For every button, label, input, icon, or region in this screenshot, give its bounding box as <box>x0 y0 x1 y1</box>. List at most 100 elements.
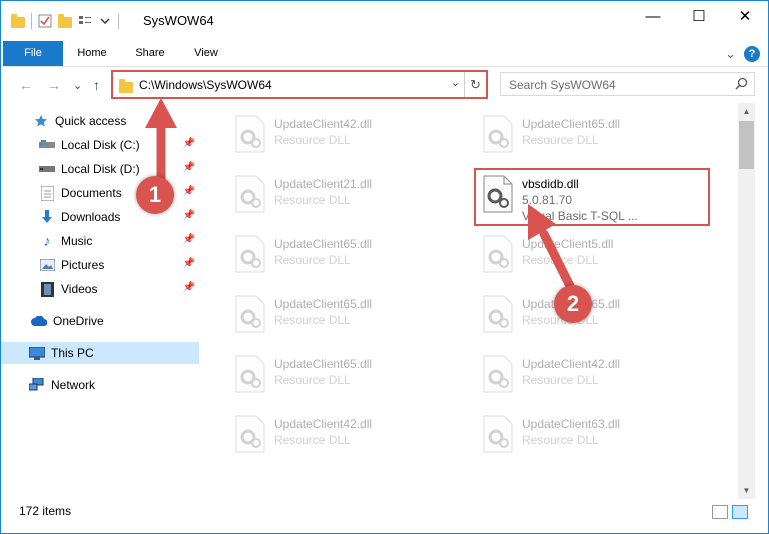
scroll-thumb[interactable] <box>739 121 754 169</box>
pin-icon[interactable]: 📌 <box>183 186 195 197</box>
file-description: Resource DLL <box>522 373 599 387</box>
pin-icon[interactable]: 📌 <box>183 138 195 149</box>
recent-locations-button[interactable]: ⌄ <box>73 79 82 92</box>
music-icon: ♪ <box>43 232 51 250</box>
address-bar[interactable]: C:\Windows\SysWOW64 ⌄ ↻ <box>111 70 488 99</box>
list-item[interactable]: UpdateClient21.dll Resource DLL <box>226 169 464 219</box>
pin-icon[interactable]: 📌 <box>183 234 195 245</box>
forward-button[interactable]: → <box>47 77 61 93</box>
tab-view[interactable]: View <box>181 41 231 66</box>
list-item[interactable]: UpdateClient65.dll Resource DLL <box>226 349 464 399</box>
search-icon[interactable] <box>735 77 748 90</box>
help-icon[interactable]: ? <box>744 46 760 62</box>
dll-file-icon <box>483 115 513 153</box>
vertical-scrollbar[interactable]: ▲ ▼ <box>738 103 755 499</box>
sidebar-item-quick-access[interactable]: Quick access <box>1 110 199 132</box>
address-path[interactable]: C:\Windows\SysWOW64 <box>139 78 272 92</box>
dll-file-icon <box>235 175 265 213</box>
sidebar-item-music[interactable]: ♪ Music 📌 <box>1 230 199 252</box>
file-name: UpdateClient21.dll <box>274 177 373 191</box>
file-description: Resource DLL <box>274 433 351 447</box>
sidebar-item-network[interactable]: Network <box>1 374 199 396</box>
ribbon-tabs: File Home Share View ⌄ ? <box>1 41 768 67</box>
list-item[interactable]: UpdateClient65.dll Resource DLL <box>474 109 712 159</box>
file-name: UpdateClient65.dll <box>522 117 621 131</box>
details-view-icon[interactable] <box>712 505 728 519</box>
dll-file-icon <box>483 295 513 333</box>
sidebar-item-label: Documents <box>61 186 122 200</box>
sidebar-item-local-disk-c[interactable]: Local Disk (C:) 📌 <box>1 134 199 156</box>
pin-icon[interactable]: 📌 <box>183 162 195 173</box>
dll-file-icon <box>235 355 265 393</box>
list-item[interactable]: UpdateClient63.dll Resource DLL <box>474 409 712 459</box>
sidebar-item-videos[interactable]: Videos 📌 <box>1 278 199 300</box>
file-name: UpdateClient65.dll <box>274 357 373 371</box>
close-button[interactable]: ✕ <box>722 1 768 31</box>
tab-file[interactable]: File <box>3 41 63 66</box>
address-dropdown-icon[interactable]: ⌄ <box>451 76 460 89</box>
sidebar-item-label: Local Disk (D:) <box>61 162 140 176</box>
tiles-view-icon[interactable] <box>732 505 748 519</box>
item-count: 172 items <box>19 504 72 518</box>
list-item[interactable]: UpdateClient65.dll Resource DLL <box>474 289 712 339</box>
sidebar-item-label: Network <box>51 378 96 392</box>
properties-icon[interactable] <box>38 14 52 28</box>
file-description: Resource DLL <box>522 433 599 447</box>
sidebar-item-label: This PC <box>51 346 94 360</box>
tab-home[interactable]: Home <box>67 41 117 66</box>
sidebar-item-label: Videos <box>61 282 98 296</box>
navigation-bar: ← → ⌄ ↑ C:\Windows\SysWOW64 ⌄ ↻ Search S… <box>1 67 768 103</box>
new-folder-icon[interactable] <box>58 13 72 28</box>
monitor-icon <box>29 345 45 361</box>
divider <box>31 13 32 29</box>
file-description: Resource DLL <box>522 133 599 147</box>
cloud-icon <box>31 313 47 329</box>
pin-icon[interactable]: 📌 <box>183 210 195 221</box>
view-buttons <box>712 505 748 519</box>
list-item[interactable]: UpdateClient42.dll Resource DLL <box>474 349 712 399</box>
file-name: UpdateClient42.dll <box>522 357 621 371</box>
list-item[interactable]: UpdateClient65.dll Resource DLL <box>226 289 464 339</box>
file-description: Resource DLL <box>522 253 599 267</box>
list-item[interactable]: UpdateClient42.dll Resource DLL <box>226 409 464 459</box>
title-bar: SysWOW64 — ☐ ✕ <box>1 1 768 41</box>
file-description: Resource DLL <box>274 133 351 147</box>
expand-ribbon-icon[interactable]: ⌄ <box>725 46 736 62</box>
file-name: UpdateClient42.dll <box>274 117 373 131</box>
dll-file-icon <box>483 355 513 393</box>
maximize-button[interactable]: ☐ <box>676 1 722 31</box>
videos-icon <box>39 281 55 297</box>
back-button[interactable]: ← <box>19 77 33 93</box>
up-button[interactable]: ↑ <box>93 77 100 93</box>
file-name: UpdateClient65.dll <box>274 297 373 311</box>
file-name: UpdateClient42.dll <box>274 417 373 431</box>
file-highlight-box <box>474 168 710 226</box>
refresh-button[interactable]: ↻ <box>464 72 486 97</box>
list-item[interactable]: UpdateClient5.dll Resource DLL <box>474 229 712 279</box>
dll-file-icon <box>235 295 265 333</box>
sidebar-item-this-pc[interactable]: This PC <box>1 342 199 364</box>
dll-file-icon <box>483 235 513 273</box>
window-controls: — ☐ ✕ <box>630 1 768 31</box>
scroll-down-arrow-icon[interactable]: ▼ <box>738 482 755 499</box>
customize-icon[interactable] <box>78 14 92 28</box>
file-description: Resource DLL <box>274 193 351 207</box>
search-input[interactable]: Search SysWOW64 <box>500 72 755 96</box>
pin-icon[interactable]: 📌 <box>183 258 195 269</box>
drive-icon <box>39 137 55 153</box>
sidebar-item-downloads[interactable]: Downloads 📌 <box>1 206 199 228</box>
tab-share[interactable]: Share <box>125 41 175 66</box>
sidebar-item-pictures[interactable]: Pictures 📌 <box>1 254 199 276</box>
minimize-button[interactable]: — <box>630 1 676 31</box>
sidebar-item-onedrive[interactable]: OneDrive <box>1 310 199 332</box>
list-item[interactable]: UpdateClient42.dll Resource DLL <box>226 109 464 159</box>
list-item[interactable]: UpdateClient65.dll Resource DLL <box>226 229 464 279</box>
file-name: UpdateClient63.dll <box>522 417 621 431</box>
dll-file-icon <box>235 115 265 153</box>
sidebar-item-label: Local Disk (C:) <box>61 138 140 152</box>
file-list: UpdateClient42.dll Resource DLL UpdateCl… <box>204 103 737 499</box>
sidebar-item-local-disk-d[interactable]: Local Disk (D:) 📌 <box>1 158 199 180</box>
qat-dropdown-icon[interactable] <box>98 14 112 28</box>
pin-icon[interactable]: 📌 <box>183 282 195 293</box>
scroll-up-arrow-icon[interactable]: ▲ <box>738 103 755 120</box>
